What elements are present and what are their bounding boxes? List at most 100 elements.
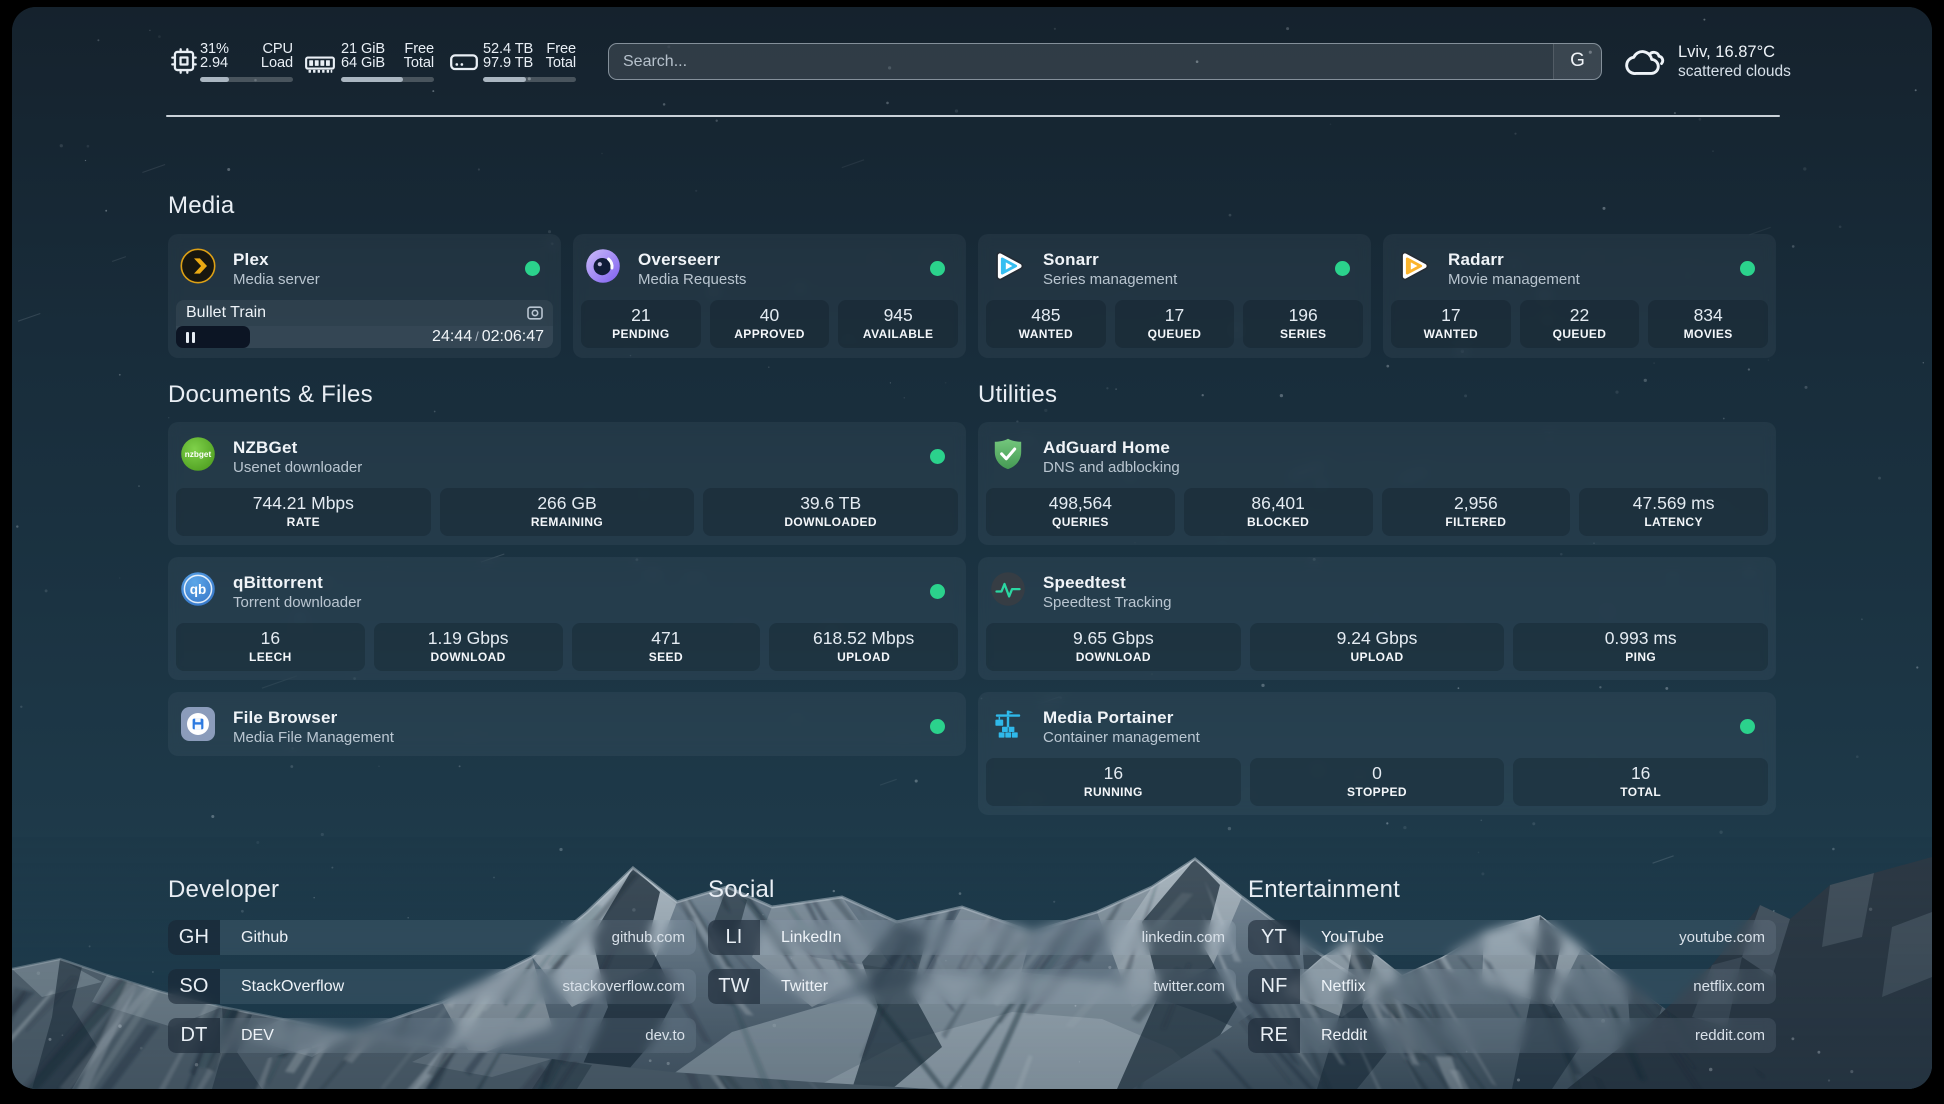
svg-text:nzbget: nzbget <box>185 450 212 459</box>
stat-label: DOWNLOAD <box>374 650 563 665</box>
section-title-media: Media <box>168 192 234 220</box>
service-card-qbittorrent[interactable]: qb qBittorrent Torrent downloader 16LEEC… <box>168 557 966 680</box>
status-dot <box>525 261 540 276</box>
stat-value: 40 <box>710 306 830 325</box>
stat-value: 17 <box>1115 306 1235 325</box>
service-subtitle: Movie management <box>1448 271 1580 288</box>
stat-rate: 744.21 MbpsRATE <box>176 488 431 536</box>
svg-text:qb: qb <box>190 582 207 597</box>
service-card-portainer[interactable]: Media Portainer Container management 16R… <box>978 692 1776 815</box>
bookmark-abbr: LI <box>708 920 760 955</box>
cpu-progress-bar <box>200 77 293 82</box>
service-card-filebrowser[interactable]: File Browser Media File Management <box>168 692 966 756</box>
service-name: Media Portainer <box>1043 708 1174 728</box>
stat-queued: 17 QUEUED <box>1115 300 1235 348</box>
bookmark-abbr: GH <box>168 920 220 955</box>
bookmark-youtube[interactable]: YT YouTube youtube.com <box>1248 920 1776 955</box>
search-input[interactable] <box>609 53 1553 71</box>
bookmark-domain: twitter.com <box>1153 969 1225 1004</box>
service-name: Overseerr <box>638 250 720 270</box>
time-separator: / <box>472 329 482 344</box>
stat-label: AVAILABLE <box>838 327 958 342</box>
section-title-utilities: Utilities <box>978 381 1057 409</box>
service-card-adguard[interactable]: AdGuard Home DNS and adblocking 498,564Q… <box>978 422 1776 545</box>
section-title-documents: Documents & Files <box>168 381 373 409</box>
stat-queued: 22QUEUED <box>1520 300 1640 348</box>
bookmark-name: DEV <box>241 1018 274 1053</box>
bookmark-abbr: RE <box>1248 1018 1300 1053</box>
service-stats-row: 9.65 GbpsDOWNLOAD 9.24 GbpsUPLOAD 0.993 … <box>986 623 1768 671</box>
stat-download: 1.19 GbpsDOWNLOAD <box>374 623 563 671</box>
stat-label: QUEUED <box>1115 327 1235 342</box>
portainer-icon <box>990 706 1026 742</box>
stat-download: 9.65 Gbps DOWNLOAD <box>986 623 1241 671</box>
bookmark-domain: netflix.com <box>1693 969 1765 1004</box>
cpu-icon <box>168 45 200 77</box>
service-subtitle: Usenet downloader <box>233 459 362 476</box>
cpu-load-label: Load <box>261 57 293 71</box>
weather-location-temp: Lviv, 16.87°C <box>1678 43 1791 62</box>
search-provider-button[interactable]: G <box>1553 44 1601 79</box>
stat-label: QUERIES <box>986 515 1175 530</box>
bookmark-abbr: DT <box>168 1018 220 1053</box>
playback-progress-bar[interactable]: 24:44/02:06:47 <box>176 326 553 348</box>
bookmark-github[interactable]: GH Github github.com <box>168 920 696 955</box>
stat-value: 9.65 Gbps <box>986 629 1241 648</box>
bookmark-netflix[interactable]: NF Netflix netflix.com <box>1248 969 1776 1004</box>
section-title-social: Social <box>708 876 775 904</box>
pause-icon[interactable] <box>186 332 195 343</box>
stat-value: 945 <box>838 306 958 325</box>
stat-latency: 47.569 msLATENCY <box>1579 488 1768 536</box>
service-stats-row: 16RUNNING 0STOPPED 16TOTAL <box>986 758 1768 806</box>
disk-total-label: Total <box>546 57 576 71</box>
service-subtitle: Media server <box>233 271 320 288</box>
service-card-sonarr[interactable]: Sonarr Series management 485WANTED 17QUE… <box>978 234 1371 358</box>
memory-text-block: 21 GiBFree 64 GiBTotal <box>341 43 434 71</box>
status-dot <box>930 261 945 276</box>
stat-label: WANTED <box>986 327 1106 342</box>
stat-label: RUNNING <box>986 785 1241 800</box>
service-card-plex[interactable]: Plex Media server Bullet Train 24:44/02:… <box>168 234 561 358</box>
stat-leech: 16LEECH <box>176 623 365 671</box>
status-dot <box>1740 261 1755 276</box>
status-dot <box>930 719 945 734</box>
disk-text-block: 52.4 TBFree 97.9 TBTotal <box>483 43 576 71</box>
service-name: NZBGet <box>233 438 297 458</box>
bookmark-reddit[interactable]: RE Reddit reddit.com <box>1248 1018 1776 1053</box>
bookmark-twitter[interactable]: TW Twitter twitter.com <box>708 969 1236 1004</box>
stat-downloaded: 39.6 TBDOWNLOADED <box>703 488 958 536</box>
stat-label: QUEUED <box>1520 327 1640 342</box>
stat-label: DOWNLOAD <box>986 650 1241 665</box>
stat-label: MOVIES <box>1648 327 1768 342</box>
service-card-nzbget[interactable]: nzbget NZBGet Usenet downloader 744.21 M… <box>168 422 966 545</box>
service-card-speedtest[interactable]: Speedtest Speedtest Tracking 9.65 GbpsDO… <box>978 557 1776 680</box>
memory-total-label: Total <box>404 57 434 71</box>
stat-queries: 498,564QUERIES <box>986 488 1175 536</box>
bookmark-dev[interactable]: DT DEV dev.to <box>168 1018 696 1053</box>
service-card-radarr[interactable]: Radarr Movie management 17WANTED 22QUEUE… <box>1383 234 1776 358</box>
radarr-icon <box>1395 248 1431 284</box>
speedtest-icon <box>990 571 1026 607</box>
service-stats-row: 16LEECH 1.19 GbpsDOWNLOAD 471SEED 618.52… <box>176 623 958 671</box>
section-title-entertainment: Entertainment <box>1248 876 1400 904</box>
service-subtitle: Container management <box>1043 729 1200 746</box>
stat-pending: 21PENDING <box>581 300 701 348</box>
bookmark-stackoverflow[interactable]: SO StackOverflow stackoverflow.com <box>168 969 696 1004</box>
disk-progress-bar <box>483 77 576 82</box>
stat-label: LEECH <box>176 650 365 665</box>
stat-wanted: 485WANTED <box>986 300 1106 348</box>
service-name: File Browser <box>233 708 337 728</box>
service-card-overseerr[interactable]: Overseerr Media Requests 21PENDING 40APP… <box>573 234 966 358</box>
stat-seed: 471SEED <box>572 623 761 671</box>
cpu-text-block: 31%CPU 2.94Load <box>200 43 293 71</box>
now-playing-title: Bullet Train <box>186 300 266 326</box>
elapsed-time: 24:44 <box>432 328 472 345</box>
stat-label: STOPPED <box>1250 785 1505 800</box>
sonarr-icon <box>990 248 1026 284</box>
status-dot <box>1740 719 1755 734</box>
stat-label: UPLOAD <box>1250 650 1505 665</box>
progress-fill <box>200 77 229 82</box>
bookmark-linkedin[interactable]: LI LinkedIn linkedin.com <box>708 920 1236 955</box>
bookmark-domain: linkedin.com <box>1142 920 1225 955</box>
stat-label: RATE <box>176 515 431 530</box>
